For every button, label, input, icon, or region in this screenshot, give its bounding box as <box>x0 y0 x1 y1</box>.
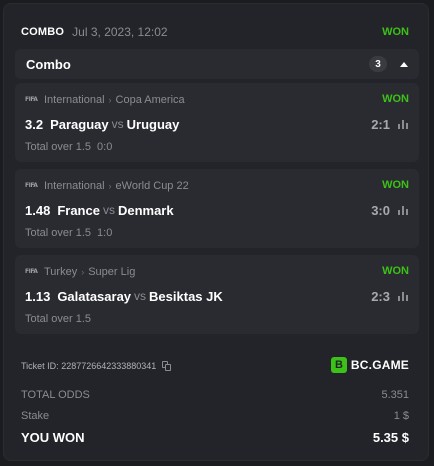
match-score: 3:0 <box>371 202 390 218</box>
brand-mark-icon: B <box>330 357 347 373</box>
league-name: Turkey <box>44 266 78 278</box>
market-name: Total over 1.5 <box>25 141 92 153</box>
home-team: Paraguay <box>50 116 109 132</box>
leg-odds: 1.48 <box>25 202 51 218</box>
leg-status-badge: WON <box>382 179 409 191</box>
match-score: 2:1 <box>371 116 390 132</box>
bet-leg: FIFA Turkey › Super Lig WON 1.13 Galatas… <box>15 255 419 334</box>
leg-status-badge: WON <box>382 265 409 277</box>
bet-header: COMBO Jul 3, 2023, 12:02 WON <box>21 23 409 41</box>
away-team: Denmark <box>117 202 174 218</box>
combo-toggle[interactable]: Combo 3 <box>15 49 419 79</box>
brand-name: BC.GAME <box>350 358 409 372</box>
payout-row: YOU WON 5.35 $ <box>21 430 409 445</box>
selection-count-badge: 3 <box>369 56 387 72</box>
leg-match: 1.48 France vs Denmark 3:0 <box>25 201 409 219</box>
chevron-right-icon: › <box>108 95 112 105</box>
bet-leg: FIFA International › eWorld Cup 22 WON 1… <box>15 169 419 248</box>
league-name: International <box>44 180 105 192</box>
leg-odds: 1.13 <box>25 288 51 304</box>
bet-status-badge: WON <box>382 26 409 38</box>
vs-label: vs <box>134 289 147 303</box>
tournament-name: Super Lig <box>88 266 136 278</box>
bet-date: Jul 3, 2023, 12:02 <box>72 25 168 39</box>
stake-label: Stake <box>21 410 50 422</box>
market-name: Total over 1.5 <box>25 227 92 239</box>
away-team: Besiktas JK <box>149 288 223 304</box>
fifa-icon: FIFA <box>25 268 38 275</box>
away-team: Uruguay <box>126 116 180 132</box>
chevron-up-icon[interactable] <box>400 61 408 67</box>
tournament-name: Copa America <box>115 94 185 106</box>
bet-type: COMBO <box>21 26 65 38</box>
stats-icon[interactable] <box>398 119 409 129</box>
stats-icon[interactable] <box>398 205 409 215</box>
vs-label: vs <box>111 117 124 131</box>
copy-icon[interactable] <box>162 361 172 371</box>
leg-market: Total over 1.5 1:0 <box>25 227 112 239</box>
leg-league: FIFA International › eWorld Cup 22 <box>25 179 409 193</box>
stake-row: Stake 1 $ <box>21 410 409 422</box>
tournament-name: eWorld Cup 22 <box>115 180 189 192</box>
combo-title: Combo <box>26 56 71 72</box>
total-odds-row: TOTAL ODDS 5.351 <box>21 389 409 401</box>
payout-value: 5.35 $ <box>372 430 409 445</box>
leg-market: Total over 1.5 0:0 <box>25 141 112 153</box>
ticket-id-label: Ticket ID: <box>21 361 59 371</box>
chevron-right-icon: › <box>108 181 112 191</box>
ticket-id-value: 2287726642333880341 <box>61 361 157 371</box>
fifa-icon: FIFA <box>25 182 38 189</box>
total-odds-label: TOTAL ODDS <box>21 389 90 401</box>
leg-league: FIFA International › Copa America <box>25 93 409 107</box>
match-score: 2:3 <box>371 288 390 304</box>
vs-label: vs <box>102 203 115 217</box>
home-team: Galatasaray <box>57 288 132 304</box>
fifa-icon: FIFA <box>25 96 38 103</box>
chevron-right-icon: › <box>81 267 85 277</box>
stats-icon[interactable] <box>398 291 409 301</box>
total-odds-value: 5.351 <box>381 389 409 401</box>
leg-match: 1.13 Galatasaray vs Besiktas JK 2:3 <box>25 287 409 305</box>
leg-match: 3.2 Paraguay vs Uruguay 2:1 <box>25 115 409 133</box>
market-pick: 1:0 <box>97 227 113 239</box>
stake-value: 1 $ <box>393 410 409 422</box>
leg-status-badge: WON <box>382 93 409 105</box>
leg-odds: 3.2 <box>25 116 44 132</box>
home-team: France <box>57 202 100 218</box>
brand-logo: B BC.GAME <box>330 355 409 375</box>
bet-slip-card: COMBO Jul 3, 2023, 12:02 WON Combo 3 FIF… <box>3 3 429 461</box>
league-name: International <box>44 94 105 106</box>
market-name: Total over 1.5 <box>25 313 92 325</box>
leg-market: Total over 1.5 <box>25 313 97 325</box>
ticket-id: Ticket ID: 2287726642333880341 <box>21 359 172 373</box>
market-pick: 0:0 <box>97 141 113 153</box>
leg-league: FIFA Turkey › Super Lig <box>25 265 409 279</box>
bet-leg: FIFA International › Copa America WON 3.… <box>15 83 419 162</box>
payout-label: YOU WON <box>21 430 85 445</box>
